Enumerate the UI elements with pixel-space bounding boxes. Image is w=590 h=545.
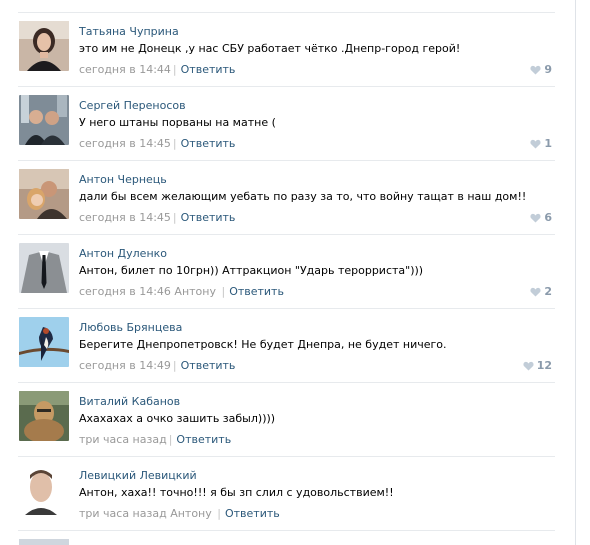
reply-link[interactable]: Ответить <box>181 211 236 224</box>
separator: | <box>217 285 226 298</box>
timestamp[interactable]: сегодня в 14:49 <box>79 359 171 372</box>
like-button[interactable]: 1 <box>530 137 552 150</box>
like-button[interactable]: 12 <box>523 359 552 372</box>
reply-to[interactable]: Антону <box>170 507 212 520</box>
comment-text: дали бы всем желающим уебать по разу за … <box>79 190 527 203</box>
avatar[interactable] <box>19 465 69 515</box>
timestamp[interactable]: сегодня в 14:45 <box>79 137 171 150</box>
like-button[interactable]: 2 <box>530 285 552 298</box>
avatar[interactable] <box>19 539 69 545</box>
author-link[interactable]: Виталий Кабанов <box>79 395 180 408</box>
comment-meta: сегодня в 14:45 | Ответить <box>79 137 235 150</box>
reply-to[interactable]: Антону <box>174 285 216 298</box>
comment-text: Берегите Днепропетровск! Не будет Днепра… <box>79 338 447 351</box>
comment-item: Виталий Кабанов Ахахахах а очко зашить з… <box>18 383 555 457</box>
separator: | <box>172 63 177 76</box>
comment-item: Левицкий Левицкий Антон, хаха!! точно!!!… <box>18 457 555 531</box>
avatar[interactable] <box>19 95 69 145</box>
heart-icon <box>530 287 541 297</box>
reply-link[interactable]: Ответить <box>181 359 236 372</box>
comment-text: Ахахахах а очко зашить забыл)))) <box>79 412 276 425</box>
timestamp[interactable]: три часа назад <box>79 433 167 446</box>
separator: | <box>168 433 173 446</box>
heart-icon <box>530 139 541 149</box>
comment-item: Любовь Брянцева Берегите Днепропетровск!… <box>18 309 555 383</box>
avatar[interactable] <box>19 317 69 367</box>
author-link[interactable]: Любовь Брянцева <box>79 321 182 334</box>
author-link[interactable]: Татьяна Чуприна <box>79 25 179 38</box>
comment-meta: три часа назад Антону | Ответить <box>79 507 280 520</box>
page-border <box>575 0 576 545</box>
author-link[interactable]: Левицкий Левицкий <box>79 469 197 482</box>
timestamp[interactable]: три часа назад <box>79 507 167 520</box>
like-button[interactable]: 9 <box>530 63 552 76</box>
heart-icon <box>523 361 534 371</box>
reply-link[interactable]: Ответить <box>176 433 231 446</box>
comment-text: Антон, хаха!! точно!!! я бы зп слил с уд… <box>79 486 394 499</box>
avatar[interactable] <box>19 243 69 293</box>
comment-text: это им не Донецк ,у нас СБУ работает чёт… <box>79 42 461 55</box>
reply-link[interactable]: Ответить <box>229 285 284 298</box>
comment-meta: сегодня в 14:44 | Ответить <box>79 63 235 76</box>
comment-item: Антон Чернець дали бы всем желающим уеба… <box>18 161 555 235</box>
comment-meta: сегодня в 14:49 | Ответить <box>79 359 235 372</box>
avatar[interactable] <box>19 169 69 219</box>
separator: | <box>172 211 177 224</box>
author-link[interactable]: Антон Дуленко <box>79 247 167 260</box>
comment-text: У него штаны порваны на матне ( <box>79 116 276 129</box>
comment-item: Сергей Переносов У него штаны порваны на… <box>18 87 555 161</box>
like-count: 6 <box>544 211 552 224</box>
like-count: 12 <box>536 359 552 372</box>
avatar[interactable] <box>19 21 69 71</box>
comment-item: Татьяна Чуприна это им не Донецк ,у нас … <box>18 13 555 87</box>
timestamp[interactable]: сегодня в 14:46 <box>79 285 171 298</box>
separator: | <box>213 507 221 520</box>
comments-list: Татьяна Чуприна это им не Донецк ,у нас … <box>0 13 560 531</box>
heart-icon <box>530 213 541 223</box>
separator: | <box>172 359 177 372</box>
like-count: 2 <box>544 285 552 298</box>
timestamp[interactable]: сегодня в 14:44 <box>79 63 171 76</box>
comment-meta: сегодня в 14:45 | Ответить <box>79 211 235 224</box>
separator: | <box>172 137 177 150</box>
like-count: 9 <box>544 63 552 76</box>
comment-meta: три часа назад | Ответить <box>79 433 231 446</box>
heart-icon <box>530 65 541 75</box>
comment-meta: сегодня в 14:46 Антону | Ответить <box>79 285 284 298</box>
author-link[interactable]: Антон Чернець <box>79 173 167 186</box>
reply-link[interactable]: Ответить <box>225 507 280 520</box>
comment-item: Антон Дуленко Антон, билет по 10грн)) Ат… <box>18 235 555 309</box>
timestamp[interactable]: сегодня в 14:45 <box>79 211 171 224</box>
author-link[interactable]: Сергей Переносов <box>79 99 186 112</box>
reply-link[interactable]: Ответить <box>181 137 236 150</box>
reply-link[interactable]: Ответить <box>181 63 236 76</box>
like-button[interactable]: 6 <box>530 211 552 224</box>
avatar[interactable] <box>19 391 69 441</box>
comment-text: Антон, билет по 10грн)) Аттракцион "Удар… <box>79 264 424 277</box>
like-count: 1 <box>544 137 552 150</box>
